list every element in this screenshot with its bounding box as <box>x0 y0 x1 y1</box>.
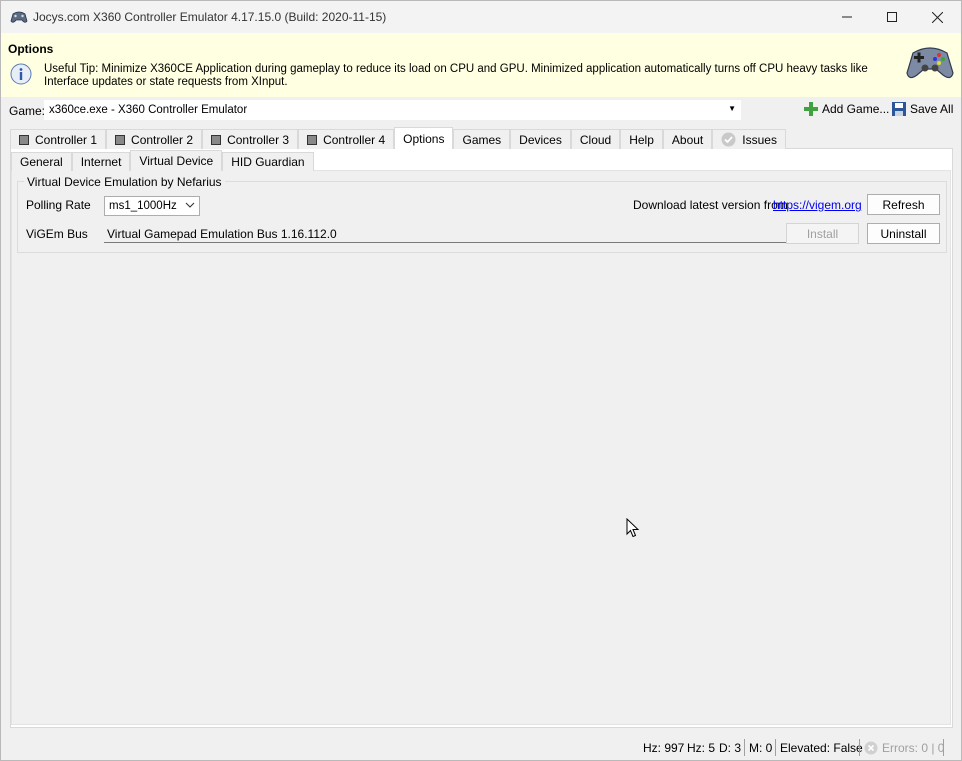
tab-label: Controller 3 <box>227 132 290 147</box>
save-all-button[interactable]: Save All <box>892 102 953 116</box>
status-bar: Hz: 997 Hz: 5 D: 3 M: 0 Elevated: False … <box>1 735 961 761</box>
options-sub-tabs: General Internet Virtual Device HID Guar… <box>11 150 314 171</box>
maximize-icon <box>887 12 897 22</box>
tab-label: Internet <box>80 155 122 169</box>
chevron-down-icon <box>185 202 195 208</box>
tab-virtual-device[interactable]: Virtual Device <box>130 150 223 171</box>
tab-issues[interactable]: Issues <box>712 129 786 149</box>
uninstall-button-label: Uninstall <box>880 226 927 241</box>
options-tab-panel <box>11 170 951 725</box>
tab-label: Controller 1 <box>35 132 98 147</box>
dropdown-arrow-icon: ▼ <box>728 104 736 113</box>
uninstall-button[interactable]: Uninstall <box>867 223 940 244</box>
polling-rate-select[interactable]: ms1_1000Hz <box>104 196 200 216</box>
tab-controller-2[interactable]: Controller 2 <box>106 129 203 149</box>
maximize-button[interactable] <box>869 1 915 33</box>
status-separator <box>943 739 944 756</box>
tab-cloud[interactable]: Cloud <box>570 129 621 149</box>
tab-label: Games <box>462 132 502 147</box>
main-tabs: Controller 1 Controller 2 Controller 3 C… <box>10 127 786 149</box>
mouse-cursor-icon <box>626 518 640 538</box>
tab-about[interactable]: About <box>662 129 713 149</box>
window-title: Jocys.com X360 Controller Emulator 4.17.… <box>33 10 387 24</box>
tab-label: Controller 4 <box>323 132 386 147</box>
status-separator <box>859 739 860 756</box>
status-d: D: 3 <box>719 741 742 755</box>
status-elevated: Elevated: False <box>780 741 863 755</box>
minimize-button[interactable] <box>824 1 870 33</box>
add-game-button[interactable]: Add Game... <box>804 102 889 116</box>
polling-rate-label: Polling Rate <box>26 198 91 212</box>
plus-icon <box>804 102 818 116</box>
download-text: Download latest version from <box>633 198 788 212</box>
app-window: Jocys.com X360 Controller Emulator 4.17.… <box>0 0 962 761</box>
status-hz2: Hz: 5 <box>687 741 716 755</box>
status-separator <box>744 739 745 756</box>
info-icon <box>10 63 32 85</box>
tab-devices[interactable]: Devices <box>510 129 571 149</box>
tab-label: About <box>671 132 704 147</box>
tab-options[interactable]: Options <box>394 127 454 149</box>
title-bar: Jocys.com X360 Controller Emulator 4.17.… <box>1 1 961 33</box>
add-game-label: Add Game... <box>822 102 890 116</box>
tab-games[interactable]: Games <box>453 129 511 149</box>
gamepad-app-icon <box>10 11 28 23</box>
status-errors[interactable]: Errors: 0 | 0 <box>882 741 944 755</box>
game-select-value: x360ce.exe - X360 Controller Emulator <box>49 104 248 116</box>
tab-general[interactable]: General <box>11 152 72 171</box>
tab-internet[interactable]: Internet <box>71 152 131 171</box>
game-row: Game: x360ce.exe - X360 Controller Emula… <box>1 97 961 125</box>
save-icon <box>892 102 906 116</box>
tab-controller-3[interactable]: Controller 3 <box>202 129 299 149</box>
controller-icon <box>19 134 29 145</box>
tab-help[interactable]: Help <box>620 129 663 149</box>
controller-icon <box>211 134 222 145</box>
close-button[interactable] <box>914 1 960 33</box>
tip-text: Useful Tip: Minimize X360CE Application … <box>44 63 868 88</box>
group-title: Virtual Device Emulation by Nefarius <box>24 175 225 189</box>
tab-label: Issues <box>742 132 777 147</box>
vigem-link[interactable]: https://vigem.org <box>773 198 862 212</box>
close-icon <box>931 11 943 23</box>
minimize-icon <box>842 16 852 18</box>
install-button[interactable]: Install <box>786 223 859 244</box>
error-icon <box>864 741 878 755</box>
controller-icon <box>307 134 318 145</box>
vigem-bus-label: ViGEm Bus <box>26 227 88 241</box>
vigem-version-field[interactable]: Virtual Gamepad Emulation Bus 1.16.112.0 <box>104 225 786 243</box>
tab-label: HID Guardian <box>231 155 305 169</box>
vigem-version-value: Virtual Gamepad Emulation Bus 1.16.112.0 <box>107 227 337 241</box>
tab-label: Controller 2 <box>131 132 194 147</box>
refresh-button-label: Refresh <box>882 197 925 212</box>
gamepad-icon <box>906 47 954 79</box>
save-all-label: Save All <box>910 102 954 116</box>
tab-label: Cloud <box>579 132 612 147</box>
game-select[interactable]: x360ce.exe - X360 Controller Emulator ▼ <box>44 100 741 120</box>
controller-icon <box>115 134 126 145</box>
tab-label: Devices <box>519 132 562 147</box>
tip-heading: Options <box>8 42 54 56</box>
tab-controller-1[interactable]: Controller 1 <box>10 129 107 149</box>
tab-controller-4[interactable]: Controller 4 <box>298 129 395 149</box>
status-m: M: 0 <box>749 741 773 755</box>
status-hz: Hz: 997 <box>643 741 685 755</box>
tab-label: General <box>20 155 63 169</box>
tip-panel: Options Useful Tip: Minimize X360CE Appl… <box>1 33 961 97</box>
refresh-button[interactable]: Refresh <box>867 194 940 215</box>
polling-rate-value: ms1_1000Hz <box>109 200 177 212</box>
tab-hid-guardian[interactable]: HID Guardian <box>222 152 314 171</box>
status-separator <box>775 739 776 756</box>
tab-label: Virtual Device <box>139 154 214 168</box>
install-button-label: Install <box>806 226 839 241</box>
tab-label: Options <box>403 131 445 146</box>
check-icon <box>721 132 736 147</box>
game-label: Game: <box>9 104 46 118</box>
tab-label: Help <box>629 132 654 147</box>
